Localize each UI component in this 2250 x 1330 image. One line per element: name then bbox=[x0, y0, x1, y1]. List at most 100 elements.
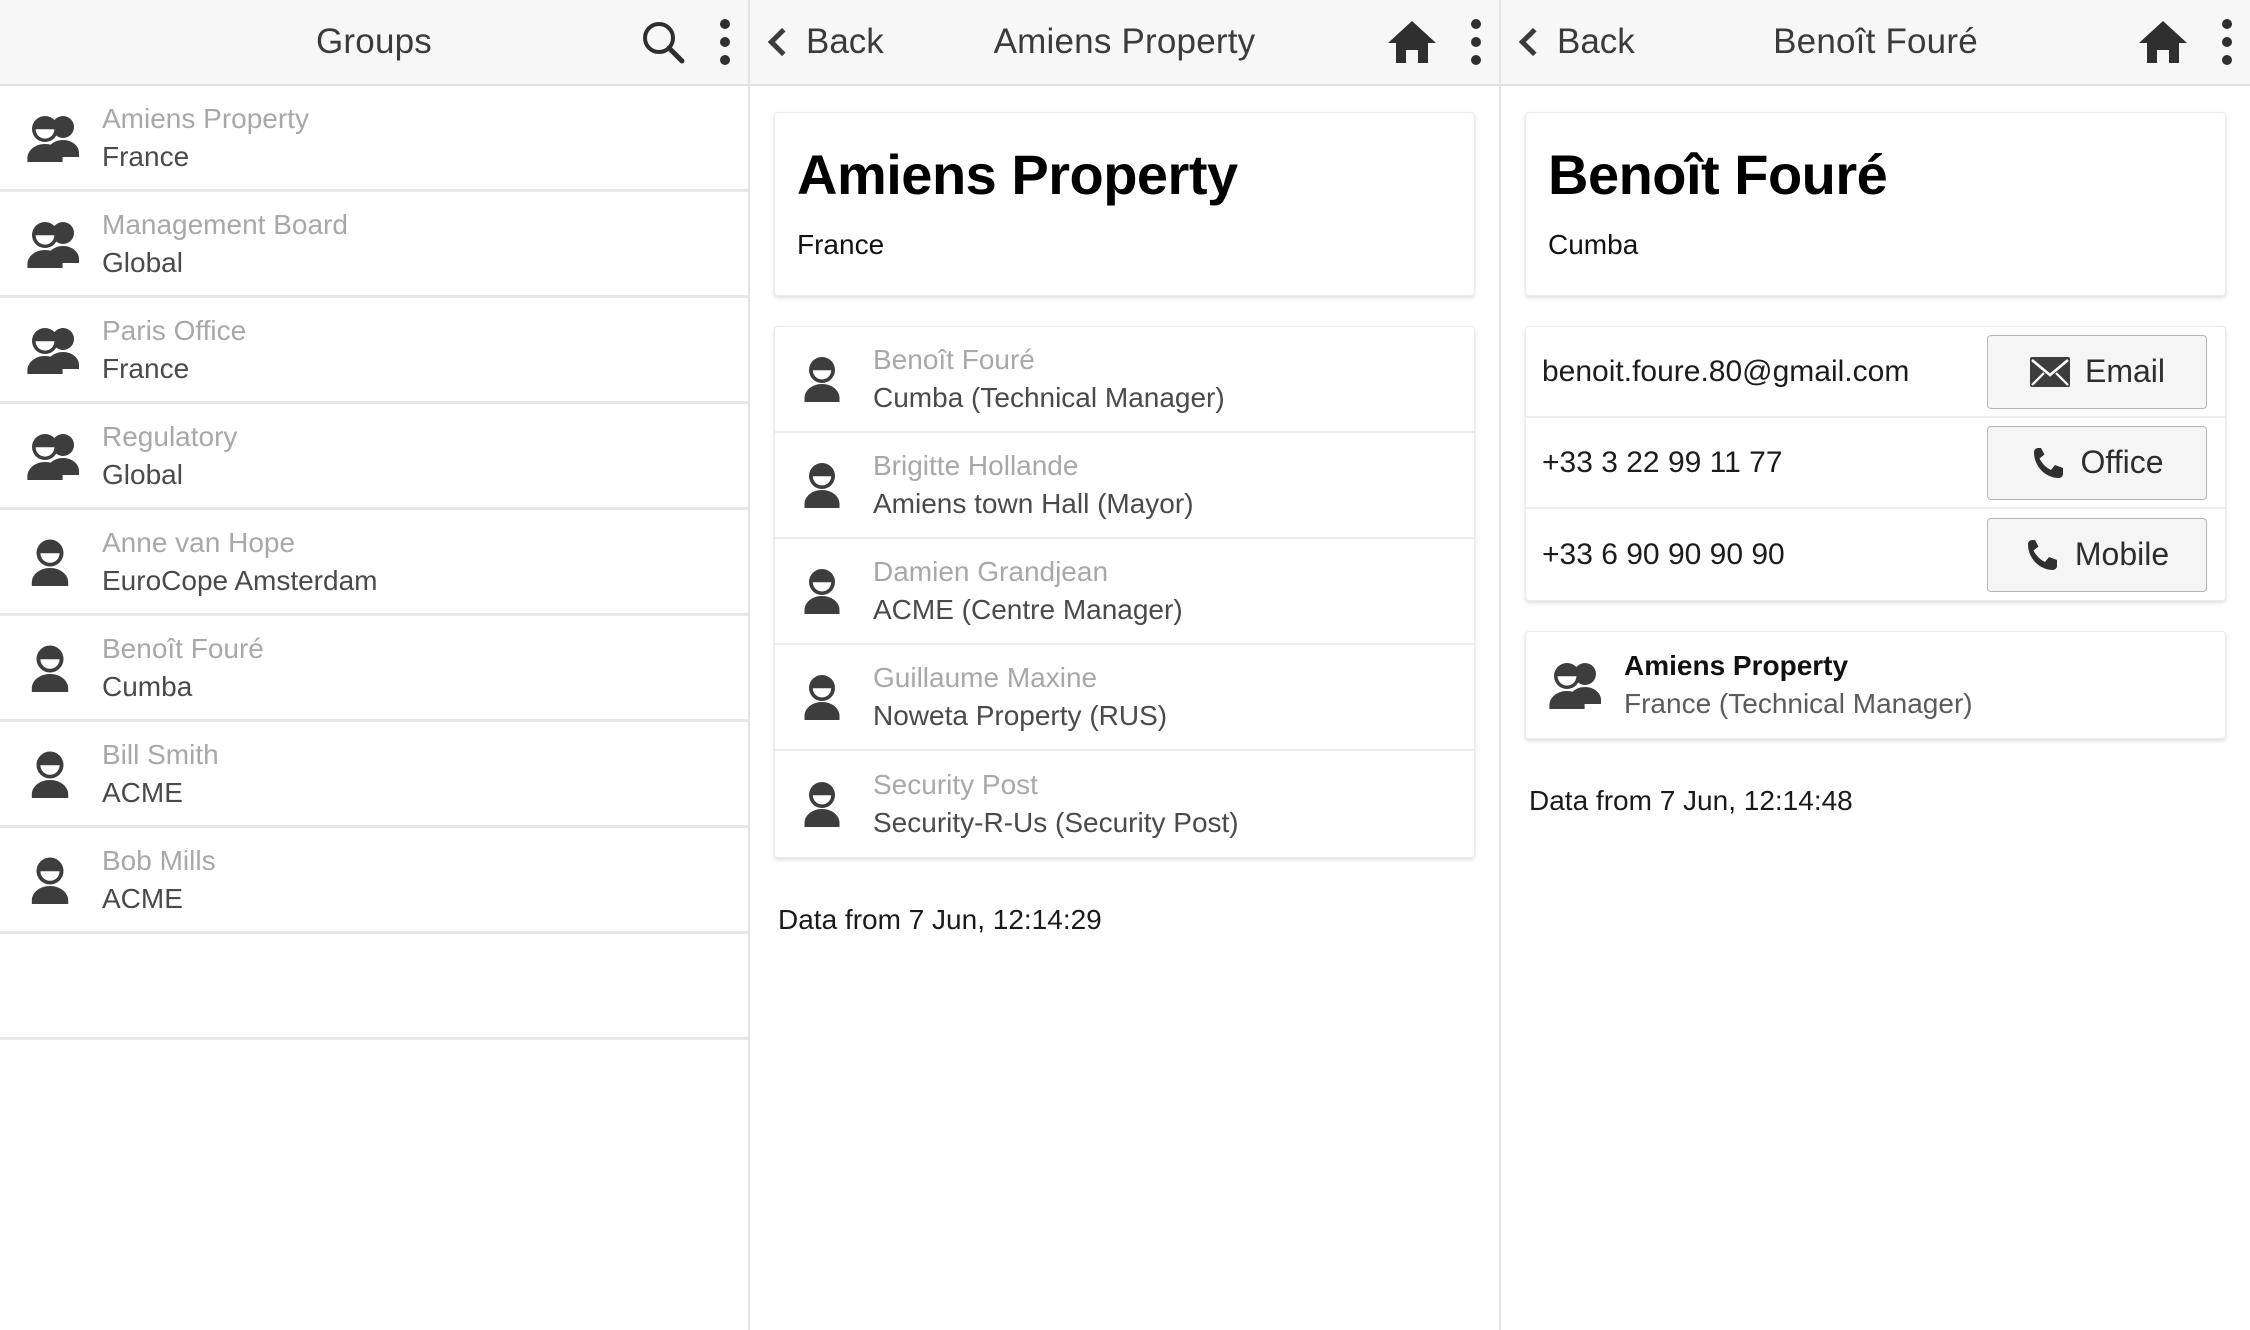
member-name: Brigitte Hollande bbox=[873, 450, 1079, 481]
list-item-subtitle: ACME bbox=[102, 882, 183, 914]
member-name: Guillaume Maxine bbox=[873, 662, 1098, 693]
back-button-label: Back bbox=[1557, 22, 1635, 61]
office-phone-value: +33 3 22 99 11 77 bbox=[1542, 445, 1783, 479]
member-text: Benoît Fouré Cumba (Technical Manager) bbox=[873, 343, 1225, 415]
contact-name: Benoît Fouré bbox=[1548, 143, 1888, 206]
contact-company: Cumba bbox=[1548, 229, 1639, 260]
person-icon bbox=[797, 674, 855, 720]
kebab-menu-icon[interactable] bbox=[1471, 19, 1481, 65]
kebab-menu-icon[interactable] bbox=[2222, 19, 2232, 65]
list-item[interactable]: Management Board Global bbox=[0, 192, 748, 298]
group-icon bbox=[22, 220, 88, 268]
contact-row-email: benoit.foure.80@gmail.com Email bbox=[1526, 327, 2225, 418]
list-item-subtitle: France bbox=[102, 352, 190, 384]
back-button[interactable]: Back bbox=[1518, 22, 1635, 62]
mobile-phone-value: +33 6 90 90 90 90 bbox=[1542, 537, 1785, 571]
member-text: Damien Grandjean ACME (Centre Manager) bbox=[873, 555, 1183, 627]
list-item-title: Management Board bbox=[102, 208, 348, 240]
list-item-subtitle: Global bbox=[102, 246, 183, 278]
list-item-text: Benoît Fouré Cumba bbox=[102, 632, 264, 704]
search-icon[interactable] bbox=[640, 19, 686, 65]
chevron-left-icon bbox=[1518, 27, 1548, 57]
list-item-text: Bill Smith ACME bbox=[102, 738, 219, 810]
list-item-subtitle: ACME bbox=[102, 776, 183, 808]
groups-topbar-actions bbox=[640, 19, 730, 65]
list-item-subtitle: France bbox=[102, 140, 190, 172]
contact-detail-topbar: Back Benoît Fouré bbox=[1501, 0, 2250, 86]
groups-title: Groups bbox=[316, 22, 432, 61]
email-button-label: Email bbox=[2084, 353, 2165, 389]
chevron-left-icon bbox=[767, 27, 797, 57]
person-icon bbox=[22, 750, 88, 798]
home-icon[interactable] bbox=[1387, 19, 1437, 65]
group-detail-topbar-actions bbox=[1387, 19, 1481, 65]
list-item-subtitle: Cumba bbox=[102, 670, 193, 702]
home-icon[interactable] bbox=[2138, 19, 2188, 65]
list-item[interactable]: Amiens Property France bbox=[0, 86, 748, 192]
group-membership-row[interactable]: Amiens Property France (Technical Manage… bbox=[1526, 632, 2225, 738]
member-row[interactable]: Guillaume Maxine Noweta Property (RUS) bbox=[775, 645, 1474, 751]
list-item-text: Amiens Property France bbox=[102, 102, 309, 174]
office-call-button[interactable]: Office bbox=[1987, 425, 2207, 500]
list-item-partial[interactable] bbox=[0, 934, 748, 1040]
person-icon bbox=[22, 856, 88, 904]
list-item-subtitle: EuroCope Amsterdam bbox=[102, 564, 378, 596]
group-membership-text: Amiens Property France (Technical Manage… bbox=[1624, 649, 1973, 721]
list-item[interactable]: Bill Smith ACME bbox=[0, 722, 748, 828]
list-item[interactable]: Benoît Fouré Cumba bbox=[0, 616, 748, 722]
member-row[interactable]: Security Post Security-R-Us (Security Po… bbox=[775, 751, 1474, 857]
back-button-label: Back bbox=[806, 22, 884, 61]
list-item[interactable]: Bob Mills ACME bbox=[0, 828, 748, 934]
list-item-title: Benoît Fouré bbox=[102, 632, 264, 664]
group-icon bbox=[22, 326, 88, 374]
list-item-subtitle: Global bbox=[102, 458, 183, 490]
list-item[interactable]: Anne van Hope EuroCope Amsterdam bbox=[0, 510, 748, 616]
group-summary-header: Amiens Property France bbox=[775, 113, 1474, 295]
group-detail-body: Amiens Property France Benoît Fouré Cumb… bbox=[750, 86, 1499, 936]
person-icon bbox=[22, 538, 88, 586]
member-text: Brigitte Hollande Amiens town Hall (Mayo… bbox=[873, 449, 1194, 521]
list-item-title: Amiens Property bbox=[102, 102, 309, 134]
groups-topbar: Groups bbox=[0, 0, 748, 86]
email-button[interactable]: Email bbox=[1987, 334, 2207, 409]
group-icon bbox=[1548, 661, 1606, 709]
person-icon bbox=[797, 568, 855, 614]
contact-detail-panel: Back Benoît Fouré Benoît Fouré Cumba ben… bbox=[1499, 0, 2250, 1330]
member-text: Security Post Security-R-Us (Security Po… bbox=[873, 768, 1239, 840]
kebab-menu-icon[interactable] bbox=[720, 19, 730, 65]
back-button[interactable]: Back bbox=[767, 22, 884, 62]
member-row[interactable]: Damien Grandjean ACME (Centre Manager) bbox=[775, 539, 1474, 645]
member-role: ACME (Centre Manager) bbox=[873, 594, 1183, 625]
member-row[interactable]: Brigitte Hollande Amiens town Hall (Mayo… bbox=[775, 433, 1474, 539]
member-row[interactable]: Benoît Fouré Cumba (Technical Manager) bbox=[775, 327, 1474, 433]
group-membership-name: Amiens Property bbox=[1624, 650, 1849, 681]
group-detail-panel: Back Amiens Property Amiens Property Fra… bbox=[748, 0, 1499, 1330]
member-role: Security-R-Us (Security Post) bbox=[873, 807, 1239, 838]
list-item[interactable]: Regulatory Global bbox=[0, 404, 748, 510]
groups-panel: Groups Amiens Property France Management… bbox=[0, 0, 748, 1330]
mobile-call-button[interactable]: Mobile bbox=[1987, 517, 2207, 592]
list-item-title: Anne van Hope bbox=[102, 526, 296, 558]
member-name: Benoît Fouré bbox=[873, 344, 1035, 375]
person-icon bbox=[797, 462, 855, 508]
data-timestamp: Data from 7 Jun, 12:14:29 bbox=[778, 904, 1102, 935]
contact-summary-header: Benoît Fouré Cumba bbox=[1526, 113, 2225, 295]
member-role: Cumba (Technical Manager) bbox=[873, 382, 1225, 413]
contact-row-mobile: +33 6 90 90 90 90 Mobile bbox=[1526, 509, 2225, 600]
list-item-title: Bill Smith bbox=[102, 738, 219, 770]
email-value: benoit.foure.80@gmail.com bbox=[1542, 354, 1910, 388]
phone-icon bbox=[2031, 445, 2067, 481]
group-name: Amiens Property bbox=[797, 143, 1238, 206]
list-item[interactable]: Paris Office France bbox=[0, 298, 748, 404]
member-role: Amiens town Hall (Mayor) bbox=[873, 488, 1194, 519]
contact-detail-body: Benoît Fouré Cumba benoit.foure.80@gmail… bbox=[1501, 86, 2250, 817]
mobile-call-button-label: Mobile bbox=[2074, 536, 2170, 572]
member-role: Noweta Property (RUS) bbox=[873, 700, 1168, 731]
person-icon bbox=[797, 781, 855, 827]
member-name: Damien Grandjean bbox=[873, 556, 1109, 587]
group-members-card: Benoît Fouré Cumba (Technical Manager) B… bbox=[774, 326, 1475, 858]
list-item-title: Bob Mills bbox=[102, 844, 216, 876]
member-name: Security Post bbox=[873, 769, 1038, 800]
envelope-icon bbox=[2029, 356, 2071, 388]
list-item-title: Regulatory bbox=[102, 420, 238, 452]
